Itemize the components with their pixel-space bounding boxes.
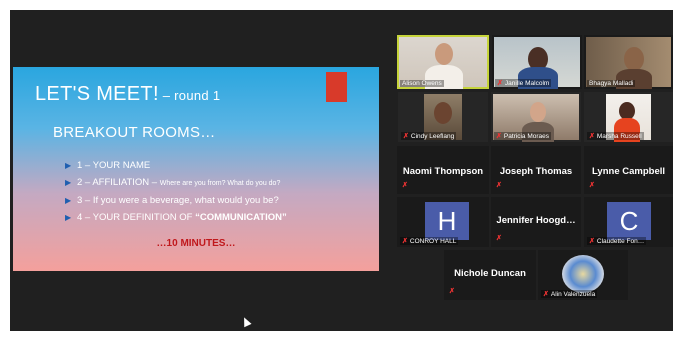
participant-tile-alison-owens[interactable]: Alison Owens	[397, 35, 489, 89]
slide-title: LET'S MEET! – round 1	[35, 83, 221, 105]
participant-name: Joseph Thomas	[499, 166, 573, 177]
mic-muted-icon: ✗	[496, 235, 502, 242]
avatar: C	[607, 202, 651, 240]
bullet-icon: ▶	[65, 213, 72, 222]
mic-muted-icon: ✗	[496, 133, 502, 140]
participant-name: ✗ Patricia Moraes	[494, 132, 552, 140]
mic-muted-icon: ✗	[497, 80, 503, 87]
participant-name: ✗ Claudette Fon…	[587, 237, 647, 245]
mic-muted-icon: ✗	[589, 238, 595, 245]
participant-tile-janille-malcolm[interactable]: ✗ Janille Malcolm	[492, 35, 582, 89]
participant-name: ✗ Alin Valenzuela	[541, 290, 598, 298]
participant-name: Jennifer Hoogd…	[496, 215, 576, 226]
participant-tile-patricia-moraes[interactable]: ✗ Patricia Moraes	[491, 92, 581, 142]
participant-tile-jennifer-hoogd[interactable]: Jennifer Hoogd… ✗	[491, 197, 581, 247]
participant-tile-marsha-russell[interactable]: ✗ Marsha Russell	[584, 92, 673, 142]
participant-tile-bhagya-malladi[interactable]: Bhagya Malladi	[584, 35, 673, 89]
participant-tile-alin-valenzuela[interactable]: ✗ Alin Valenzuela	[538, 250, 628, 300]
participant-tile-lynne-campbell[interactable]: Lynne Campbell ✗	[584, 146, 673, 194]
slide-heading: BREAKOUT ROOMS…	[53, 124, 216, 141]
participant-name: Naomi Thompson	[402, 166, 484, 177]
participant-tile-cindy-leeflang[interactable]: ✗ Cindy Leeflang	[398, 92, 488, 142]
participant-tile-conroy-hall[interactable]: H ✗ CONROY HALL	[397, 197, 489, 247]
bullet-icon: ▶	[65, 196, 72, 205]
mic-muted-icon: ✗	[403, 133, 409, 140]
mic-muted-icon: ✗	[589, 133, 595, 140]
slide-list-item: ▶ 1 – YOUR NAME	[65, 157, 287, 174]
mouse-cursor-icon	[240, 315, 252, 328]
mic-muted-icon: ✗	[402, 182, 408, 189]
participant-name: Alison Owens	[400, 80, 444, 87]
avatar: H	[425, 202, 469, 240]
mic-muted-icon: ✗	[402, 238, 408, 245]
shared-screen-slide: LET'S MEET! – round 1 BREAKOUT ROOMS… ▶ 1…	[13, 67, 379, 271]
slide-timer-text: …10 MINUTES…	[156, 238, 236, 249]
organization-emblem	[562, 255, 604, 293]
slide-list-item: ▶ 3 – If you were a beverage, what would …	[65, 192, 287, 209]
participant-name: ✗ Cindy Leeflang	[401, 132, 457, 140]
participant-name: Lynne Campbell	[591, 166, 666, 177]
slide-list-item: ▶ 2 – AFFILIATION – Where are you from? W…	[65, 174, 287, 192]
participant-name: Nichole Duncan	[454, 268, 526, 279]
video-conference-window: LET'S MEET! – round 1 BREAKOUT ROOMS… ▶ 1…	[10, 10, 673, 331]
participant-name: ✗ Marsha Russell	[587, 132, 644, 140]
participant-name: ✗ Janille Malcolm	[495, 79, 552, 87]
mic-muted-icon: ✗	[496, 182, 502, 189]
participant-name: ✗ CONROY HALL	[400, 237, 459, 245]
bullet-icon: ▶	[65, 178, 72, 187]
participant-tile-naomi-thompson[interactable]: Naomi Thompson ✗	[397, 146, 489, 194]
mic-muted-icon: ✗	[449, 288, 455, 295]
participant-tile-joseph-thomas[interactable]: Joseph Thomas ✗	[491, 146, 581, 194]
participant-tile-nichole-duncan[interactable]: Nichole Duncan ✗	[444, 250, 536, 300]
mic-muted-icon: ✗	[543, 291, 549, 298]
participant-tile-claudette-fon[interactable]: C ✗ Claudette Fon…	[584, 197, 673, 247]
bullet-icon: ▶	[65, 161, 72, 170]
participant-name: Bhagya Malladi	[587, 80, 636, 87]
mic-muted-icon: ✗	[589, 182, 595, 189]
slide-red-accent	[326, 72, 347, 102]
slide-list: ▶ 1 – YOUR NAME ▶ 2 – AFFILIATION – Where …	[65, 157, 287, 226]
slide-list-item: ▶ 4 – YOUR DEFINITION OF “COMMUNICATION”	[65, 209, 287, 226]
